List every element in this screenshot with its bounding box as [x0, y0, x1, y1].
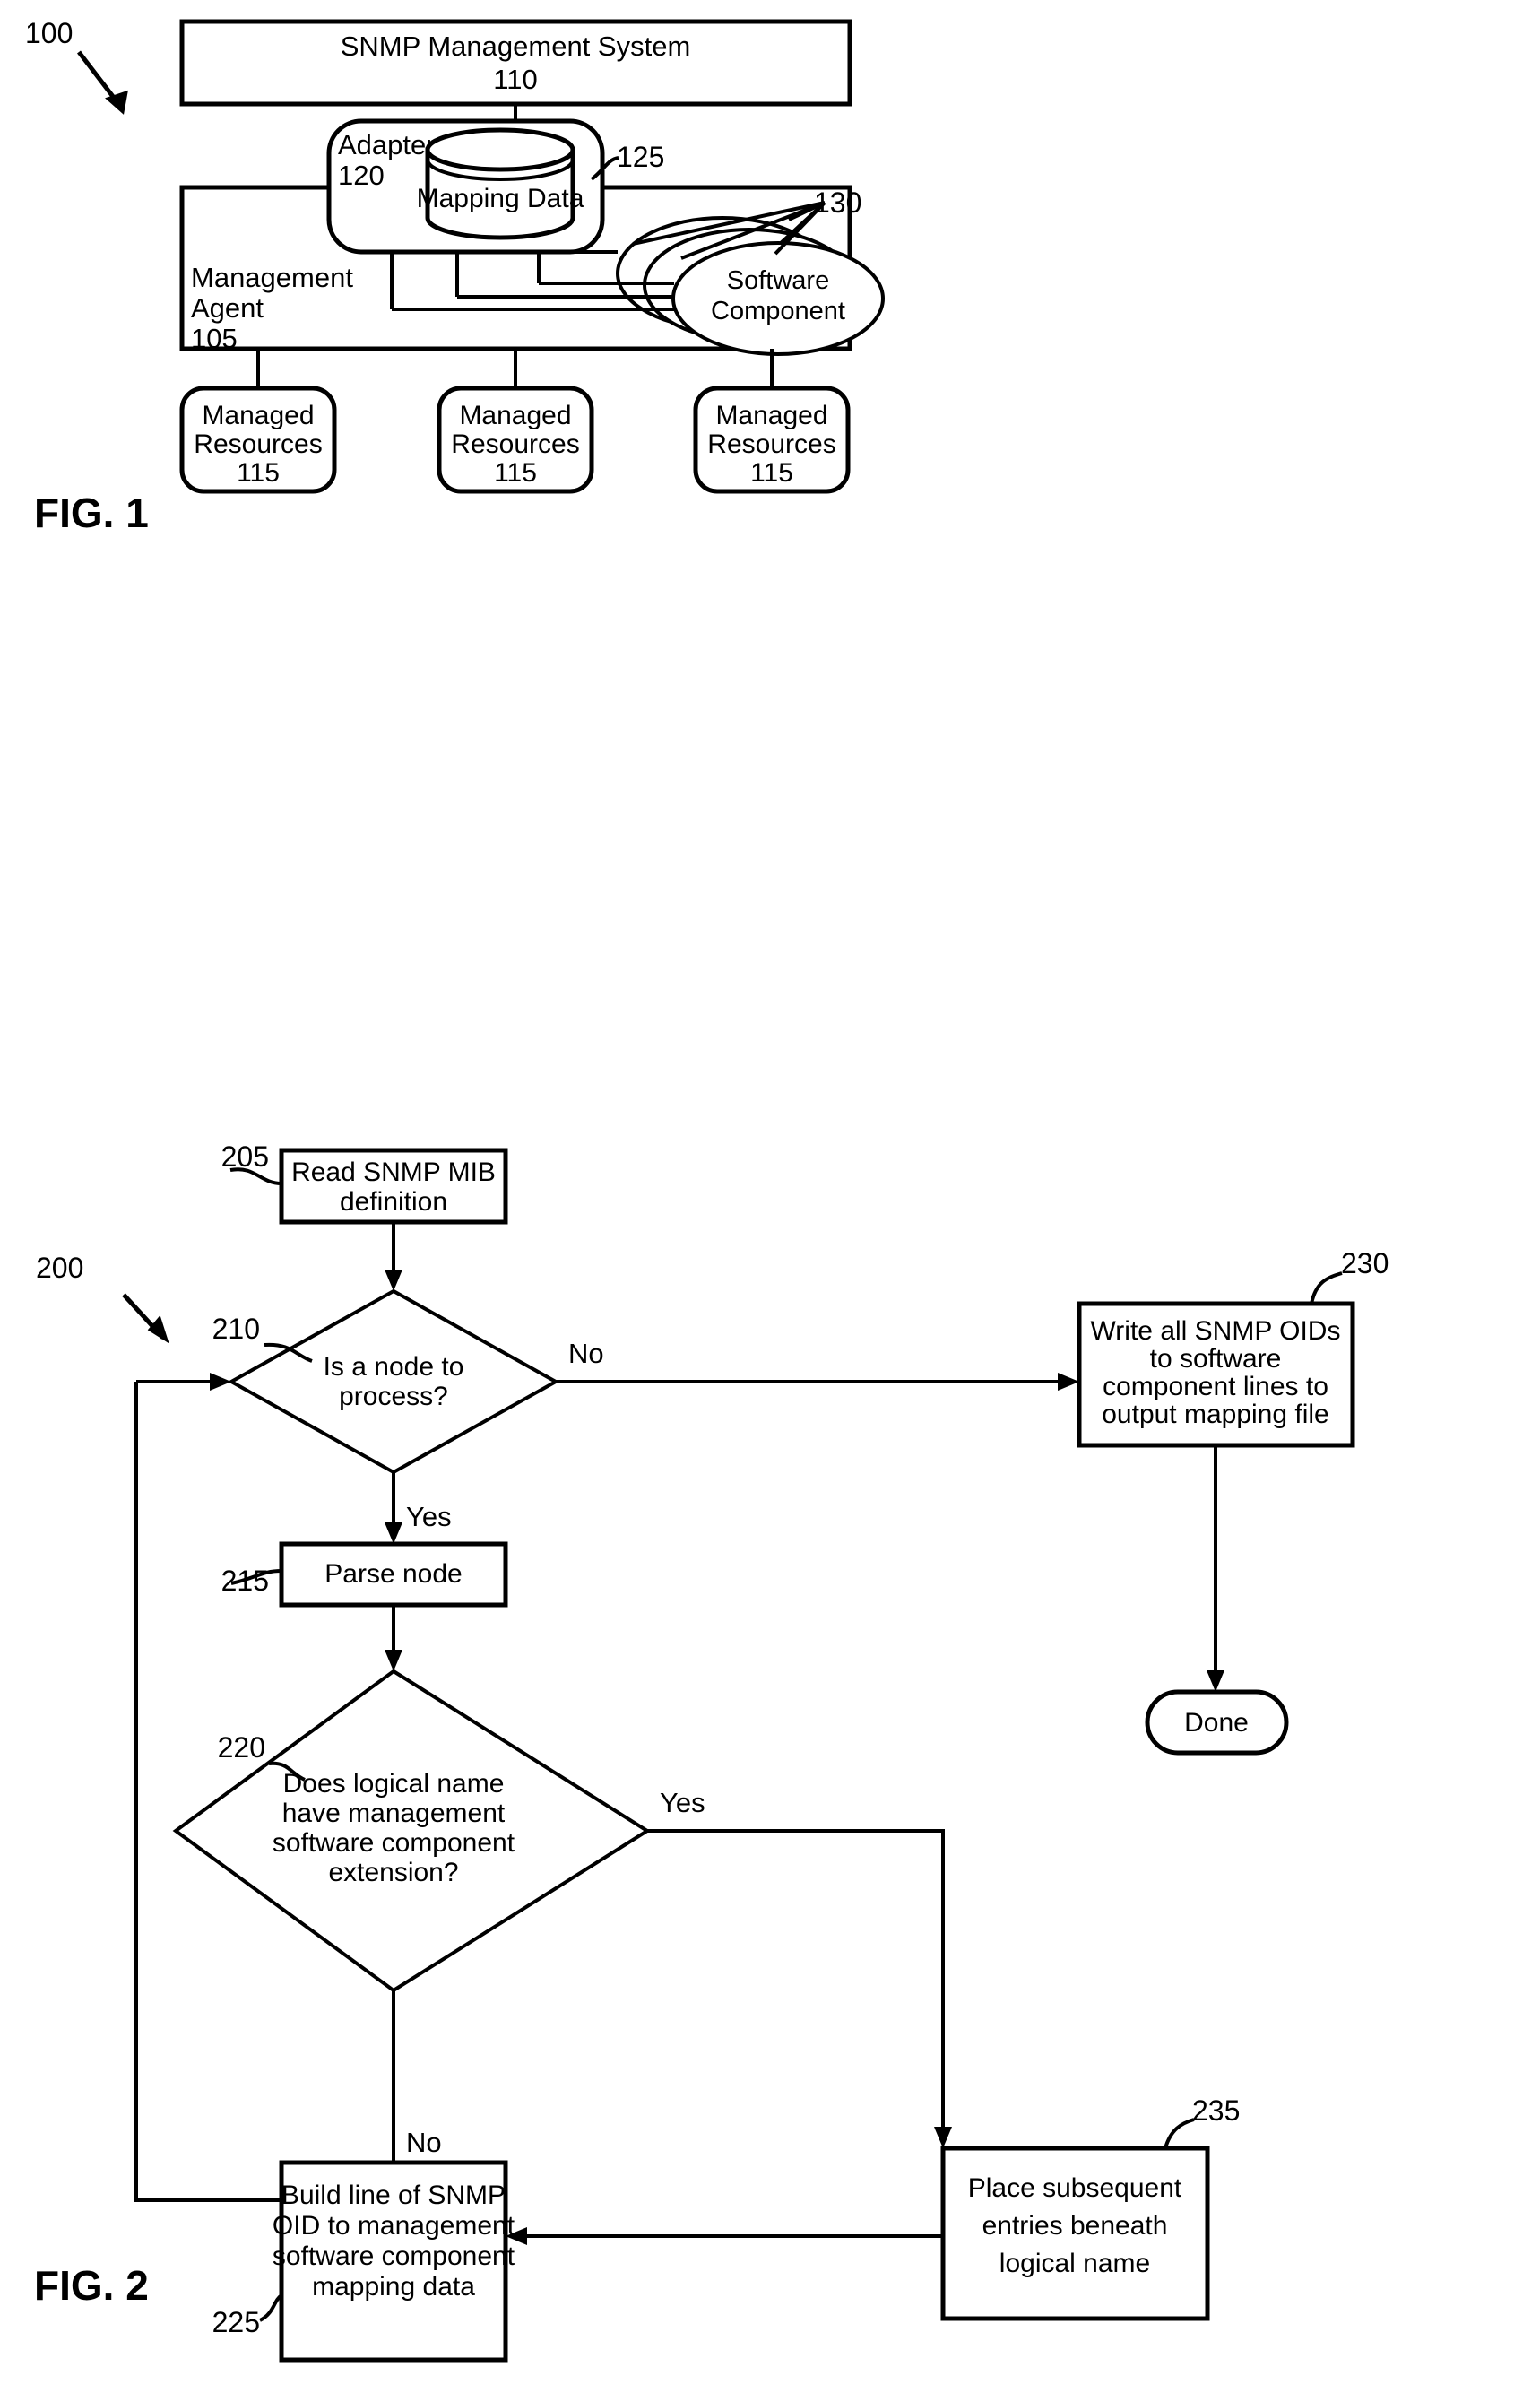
- edge-label-is-node-yes: Yes: [406, 1501, 452, 1532]
- mapping-data-label: Mapping Data: [417, 184, 584, 213]
- mapping-data-ref-125-label: 125: [617, 141, 664, 173]
- write-oids-line1: Write all SNMP OIDs: [1091, 1316, 1341, 1346]
- edge-label-has-extension-yes: Yes: [660, 1787, 705, 1818]
- write-oids-line4: output mapping file: [1102, 1400, 1329, 1429]
- managed-resources-3-ref: 115: [750, 458, 793, 488]
- build-line-line4: mapping data: [312, 2272, 475, 2302]
- managed-resources-3-line1: Managed: [715, 401, 827, 430]
- read-mib-ref-205-label: 205: [221, 1140, 269, 1173]
- managed-resources-2-line1: Managed: [459, 401, 571, 430]
- managed-resources-1-line2: Resources: [194, 429, 322, 459]
- fig1-ref-100-label: 100: [25, 17, 73, 49]
- read-mib-line2: definition: [340, 1187, 447, 1217]
- software-component-label-line1: Software: [727, 266, 829, 295]
- has-extension-line2: have management: [282, 1799, 506, 1828]
- is-node-ref-210-label: 210: [212, 1313, 260, 1345]
- managed-resources-2: Managed Resources 115: [437, 386, 594, 494]
- managed-resources-2-line2: Resources: [451, 429, 579, 459]
- arrow-place-entries-to-build-line: [506, 2227, 943, 2245]
- management-agent-ref: 105: [191, 323, 238, 354]
- build-line-line3: software component: [273, 2241, 515, 2271]
- managed-resources-1-ref: 115: [237, 458, 280, 488]
- arrow-write-oids-to-done: [1207, 1445, 1224, 1692]
- place-entries-ref-235-label: 235: [1192, 2094, 1240, 2127]
- software-component-ref-130-label: 130: [814, 186, 861, 219]
- managed-resources-3: Managed Resources 115: [693, 386, 851, 494]
- edge-label-is-node-no: No: [568, 1338, 604, 1369]
- managed-resources-3-line2: Resources: [707, 429, 835, 459]
- has-extension-ref-220-label: 220: [218, 1731, 265, 1764]
- fig2-ref-200-leader: [122, 1293, 169, 1344]
- parse-node-ref-215-label: 215: [221, 1565, 269, 1597]
- adapter-ref: 120: [338, 160, 385, 191]
- read-mib-line1: Read SNMP MIB: [291, 1157, 496, 1187]
- arrow-has-extension-yes-to-place-entries: [647, 1829, 952, 2148]
- write-oids-ref-230-label: 230: [1341, 1247, 1389, 1279]
- management-agent-title-line1: Management: [191, 262, 353, 293]
- place-entries-line1: Place subsequent: [968, 2173, 1182, 2203]
- fig1-caption: FIG. 1: [34, 490, 149, 536]
- write-oids-line3: component lines to: [1103, 1372, 1328, 1401]
- managed-resources-1-line1: Managed: [202, 401, 314, 430]
- done-label: Done: [1184, 1708, 1249, 1738]
- mapping-data-cylinder: Mapping Data: [417, 127, 584, 240]
- place-entries-line2: entries beneath: [982, 2211, 1168, 2241]
- arrow-is-node-no-to-write-oids: [556, 1373, 1079, 1391]
- drawing-canvas: 100 SNMP Management System 110 Managemen…: [25, 17, 1389, 2363]
- fig2-ref-200-label: 200: [36, 1252, 83, 1284]
- has-extension-line3: software component: [273, 1828, 515, 1858]
- edge-label-has-extension-no: No: [406, 2127, 442, 2158]
- build-line-ref-225-label: 225: [212, 2306, 260, 2338]
- has-extension-line4: extension?: [328, 1858, 458, 1887]
- arrow-parse-node-to-has-extension: [385, 1605, 402, 1671]
- has-extension-decision: Does logical name have management softwa…: [172, 1669, 651, 1993]
- snmp-management-system-ref: 110: [493, 64, 537, 95]
- place-entries-line3: logical name: [999, 2249, 1150, 2278]
- is-node-line2: process?: [339, 1382, 448, 1411]
- managed-resources-2-ref: 115: [494, 458, 537, 488]
- arrow-read-mib-to-is-node: [385, 1222, 402, 1291]
- is-node-line1: Is a node to: [324, 1352, 464, 1382]
- management-agent-title-line2: Agent: [191, 292, 264, 324]
- fig1-ref-100-leader: [77, 50, 128, 115]
- arrow-is-node-yes-to-parse-node: [385, 1472, 402, 1544]
- has-extension-line1: Does logical name: [283, 1769, 505, 1799]
- adapter-title: Adapter: [338, 129, 436, 160]
- fig2-caption: FIG. 2: [34, 2262, 149, 2309]
- build-line-ref-225-leader: [258, 2293, 283, 2322]
- write-oids-line2: to software: [1150, 1344, 1282, 1374]
- managed-resources-1: Managed Resources 115: [179, 386, 337, 494]
- place-entries-ref-235-leader: [1164, 2118, 1195, 2149]
- parse-node-line1: Parse node: [324, 1559, 462, 1589]
- snmp-management-system-title: SNMP Management System: [341, 30, 691, 62]
- patent-drawing-sheet: 100 SNMP Management System 110 Managemen…: [0, 0, 1540, 2393]
- software-component-label-line2: Component: [711, 297, 845, 325]
- build-line-line2: OID to management: [273, 2211, 515, 2241]
- write-oids-ref-230-leader: [1310, 1271, 1343, 1305]
- build-line-line1: Build line of SNMP: [281, 2181, 506, 2210]
- is-node-decision: Is a node to process?: [227, 1288, 560, 1475]
